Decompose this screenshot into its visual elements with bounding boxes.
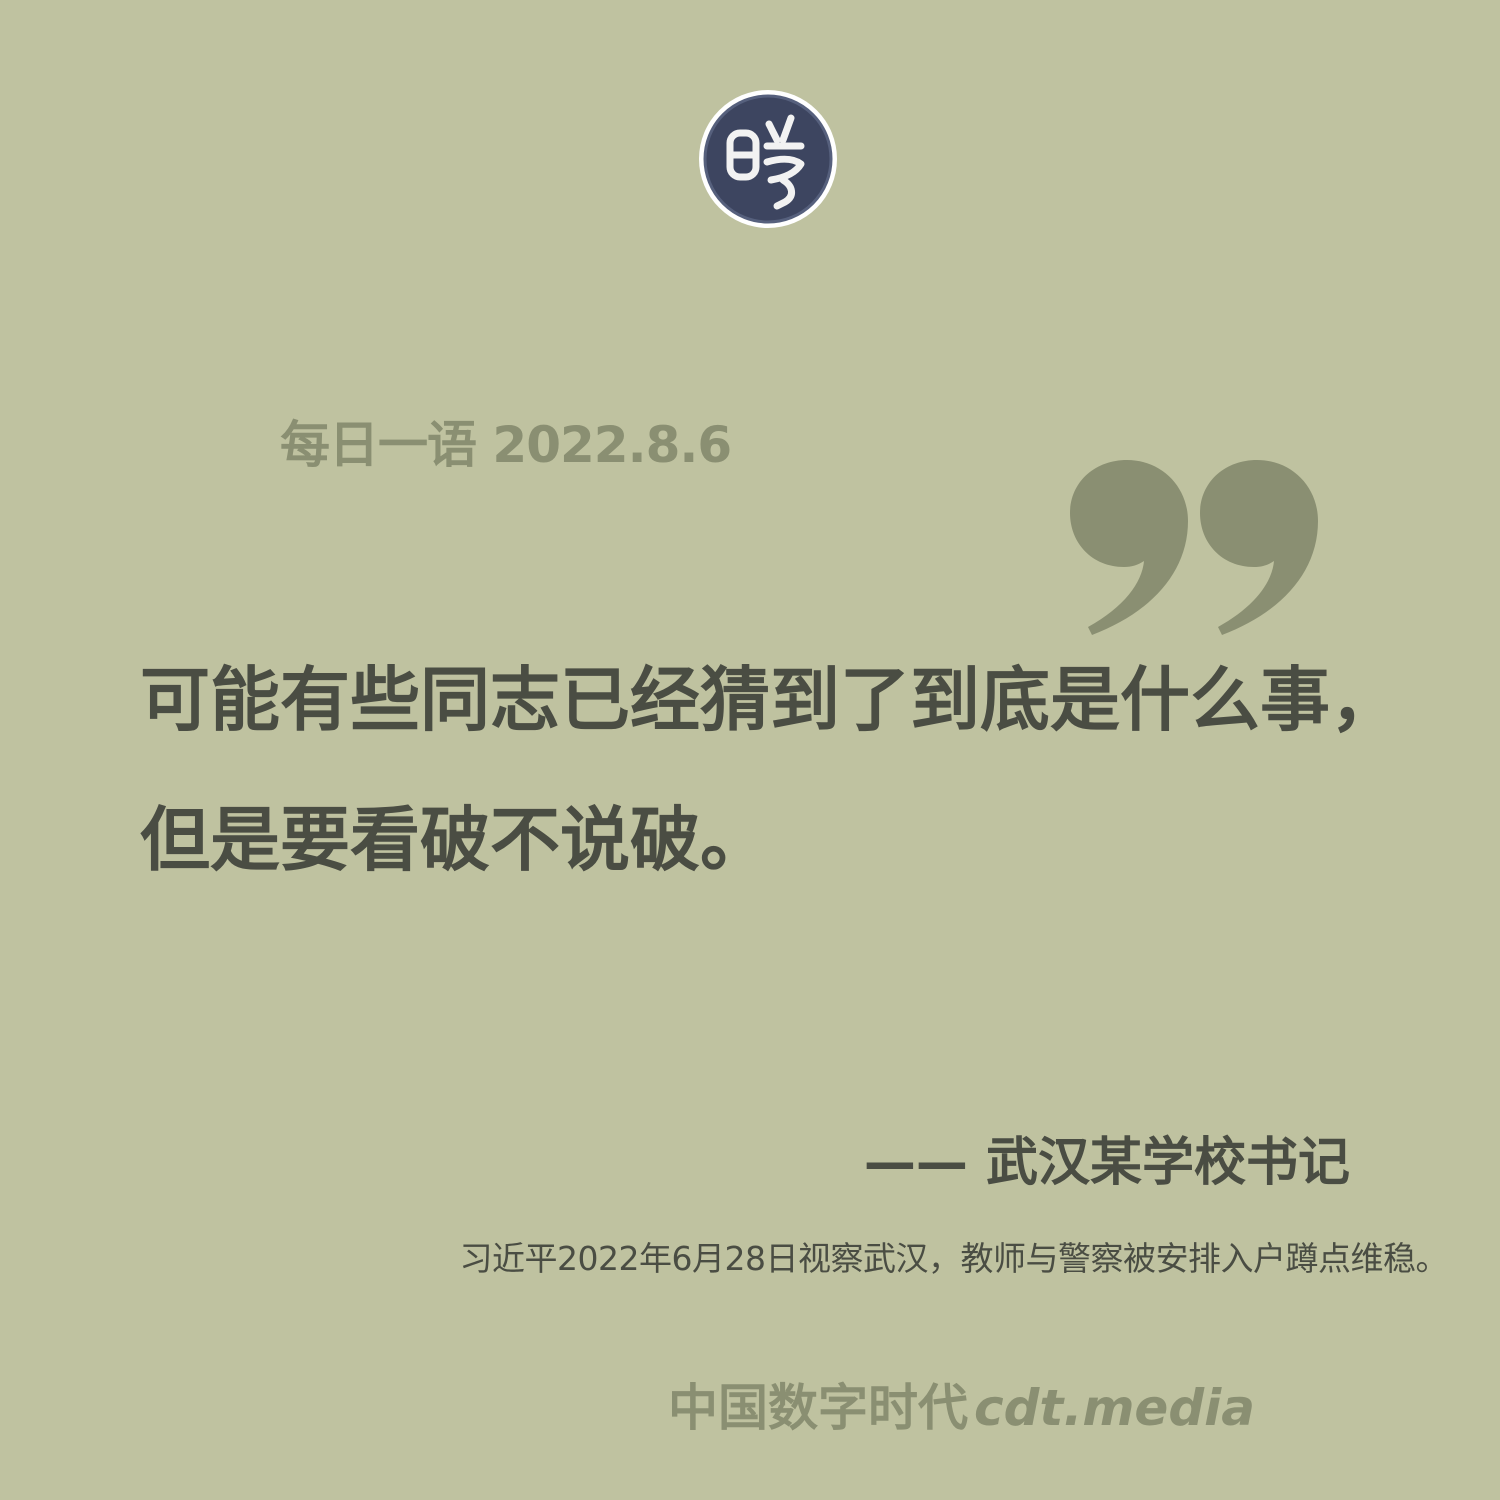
footer-brand: 中国数字时代 cdt.media — [668, 1368, 1255, 1440]
quote-line-1: 可能有些同志已经猜到了到底是什么事， — [140, 658, 1400, 741]
quote-text: 可能有些同志已经猜到了到底是什么事， 但是要看破不说破。 — [140, 630, 1440, 910]
daily-quote-header: 每日一语 2022.8.6 — [280, 405, 732, 477]
footer-brand-cn: 中国数字时代 — [668, 1379, 968, 1437]
close-quote-icon — [1062, 455, 1322, 640]
header-date: 2022.8.6 — [492, 416, 732, 474]
quote-line-2: 但是要看破不说破。 — [140, 798, 770, 881]
footer-brand-en: cdt.media — [974, 1379, 1256, 1437]
quote-context-note: 习近平2022年6月28日视察武汉，教师与警察被安排入户蹲点维稳。 — [459, 1239, 1449, 1278]
seal-logo-icon — [697, 88, 839, 230]
quote-attribution: —— 武汉某学校书记 — [863, 1133, 1350, 1193]
header-title: 每日一语 — [280, 416, 477, 474]
